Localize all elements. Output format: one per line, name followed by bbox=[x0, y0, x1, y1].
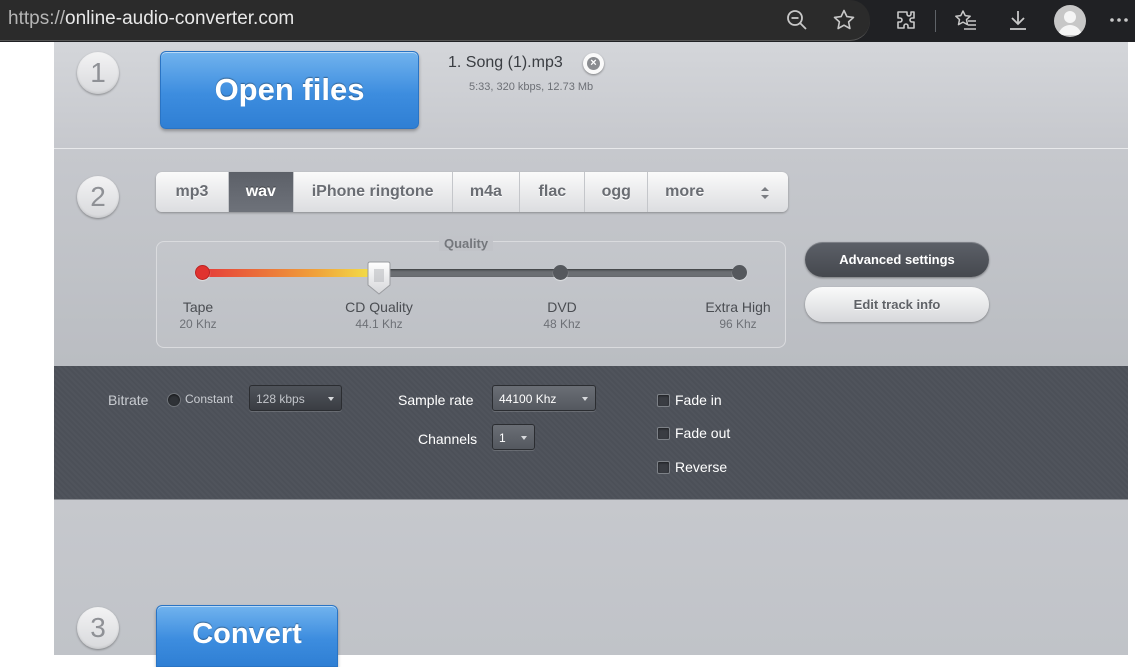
quality-sub-dvd: 48 Khz bbox=[543, 317, 581, 331]
channels-label: Channels bbox=[418, 431, 478, 447]
remove-file-button[interactable]: × bbox=[583, 53, 604, 74]
bitrate-select[interactable]: 128 kbps bbox=[249, 385, 342, 411]
fade-out-checkbox[interactable] bbox=[657, 427, 670, 440]
toolbar-separator bbox=[935, 10, 936, 32]
updown-arrow-icon bbox=[760, 187, 769, 199]
step-number: 3 bbox=[77, 607, 119, 649]
advanced-settings-button[interactable]: Advanced settings bbox=[805, 242, 989, 277]
slider-stop-tape[interactable] bbox=[195, 265, 210, 280]
quality-slider-fill bbox=[200, 269, 378, 277]
tab-more[interactable]: more bbox=[648, 172, 788, 212]
file-name: Song (1).mp3 bbox=[465, 54, 563, 71]
extensions-icon[interactable] bbox=[894, 7, 920, 33]
address-bar[interactable]: https://online-audio-converter.com bbox=[0, 0, 870, 41]
close-icon: × bbox=[587, 57, 600, 70]
sample-rate-select[interactable]: 44100 Khz bbox=[492, 385, 596, 411]
quality-label-tape[interactable]: Tape bbox=[163, 299, 233, 315]
quality-label-cd[interactable]: CD Quality bbox=[324, 299, 434, 315]
quality-sub-extra-high: 96 Khz bbox=[719, 317, 757, 331]
reverse-label[interactable]: Reverse bbox=[675, 459, 727, 475]
chevron-down-icon bbox=[521, 436, 527, 440]
step-number: 1 bbox=[77, 52, 119, 94]
step-open-files: 1 Open files 1. Song (1).mp3 × 5:33, 320… bbox=[54, 42, 1128, 149]
constant-label: Constant bbox=[185, 392, 234, 406]
downloads-icon[interactable] bbox=[1005, 7, 1031, 33]
quality-slider-thumb[interactable] bbox=[366, 261, 392, 295]
quality-panel bbox=[156, 241, 786, 348]
slider-stop-dvd[interactable] bbox=[553, 265, 568, 280]
bitrate-select-value: 128 kbps bbox=[256, 392, 305, 406]
browser-toolbar: https://online-audio-converter.com bbox=[0, 0, 1135, 42]
favorites-list-icon[interactable] bbox=[953, 7, 979, 33]
url-text: https://online-audio-converter.com bbox=[8, 8, 295, 29]
convert-button[interactable]: Convert bbox=[156, 605, 338, 667]
tab-more-label: more bbox=[665, 183, 705, 200]
tab-flac[interactable]: flac bbox=[520, 172, 586, 212]
sample-rate-label: Sample rate bbox=[398, 392, 474, 408]
bitrate-label: Bitrate bbox=[108, 392, 149, 408]
file-list-item: 1. Song (1).mp3 bbox=[448, 54, 563, 72]
more-options-icon[interactable] bbox=[1106, 7, 1132, 33]
chevron-down-icon bbox=[582, 397, 588, 401]
zoom-icon[interactable] bbox=[784, 7, 810, 33]
tab-m4a[interactable]: m4a bbox=[453, 172, 521, 212]
chevron-down-icon bbox=[328, 397, 334, 401]
constant-bitrate-radio[interactable] bbox=[167, 393, 181, 407]
fade-in-label[interactable]: Fade in bbox=[675, 392, 722, 408]
file-index: 1. bbox=[448, 54, 462, 71]
converter-page: 1 Open files 1. Song (1).mp3 × 5:33, 320… bbox=[54, 42, 1128, 667]
quality-sub-tape: 20 Khz bbox=[179, 317, 217, 331]
tab-mp3[interactable]: mp3 bbox=[156, 172, 229, 212]
channels-value: 1 bbox=[499, 431, 506, 445]
format-tabs: mp3 wav iPhone ringtone m4a flac ogg mor… bbox=[156, 172, 788, 212]
edit-track-info-button[interactable]: Edit track info bbox=[805, 287, 989, 322]
tab-iphone-ringtone[interactable]: iPhone ringtone bbox=[294, 172, 453, 212]
tab-wav[interactable]: wav bbox=[228, 172, 294, 212]
quality-label-dvd[interactable]: DVD bbox=[522, 299, 602, 315]
file-meta: 5:33, 320 kbps, 12.73 Mb bbox=[469, 81, 594, 93]
open-files-button[interactable]: Open files bbox=[160, 51, 419, 129]
tab-ogg[interactable]: ogg bbox=[585, 172, 649, 212]
sample-rate-value: 44100 Khz bbox=[499, 392, 557, 406]
slider-stop-extra-high[interactable] bbox=[732, 265, 747, 280]
fade-out-label[interactable]: Fade out bbox=[675, 425, 730, 441]
reverse-checkbox[interactable] bbox=[657, 461, 670, 474]
profile-avatar-icon[interactable] bbox=[1054, 5, 1086, 37]
channels-select[interactable]: 1 bbox=[492, 424, 535, 450]
quality-title: Quality bbox=[439, 236, 494, 251]
step-number: 2 bbox=[77, 176, 119, 218]
fade-in-checkbox[interactable] bbox=[657, 394, 670, 407]
favorite-star-icon[interactable] bbox=[831, 7, 857, 33]
quality-label-extra-high[interactable]: Extra High bbox=[693, 299, 783, 315]
quality-sub-cd: 44.1 Khz bbox=[355, 317, 403, 331]
